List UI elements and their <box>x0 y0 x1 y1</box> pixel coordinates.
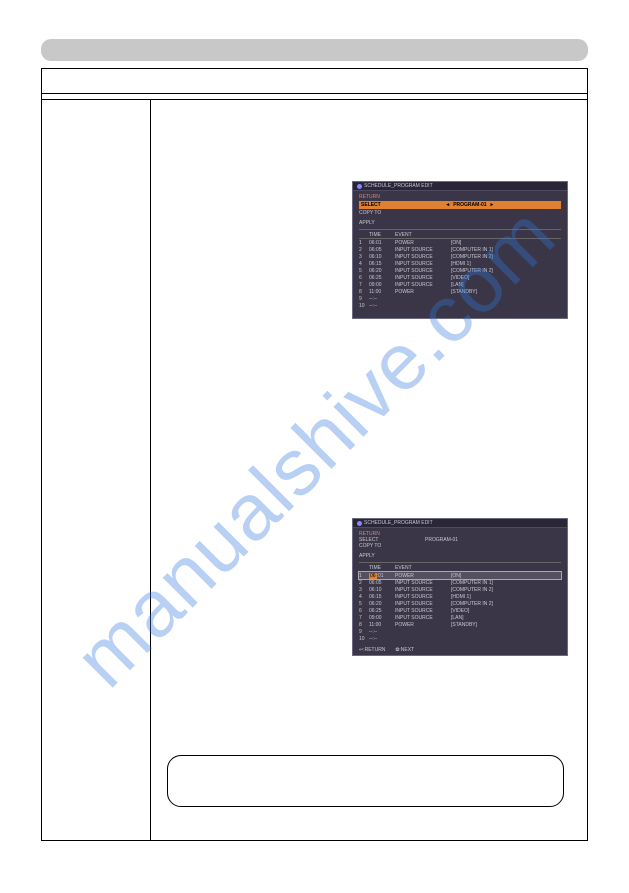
table-row: 9--:-- <box>359 295 561 302</box>
menu-icon <box>357 184 362 189</box>
table-row: 306:10INPUT SOURCE[COMPUTER IN 2] <box>359 586 561 593</box>
return-label: RETURN <box>359 194 561 200</box>
left-arrow-icon[interactable]: ◄ <box>445 202 450 208</box>
table-row: 606:25INPUT SOURCE[VIDEO] <box>359 607 561 614</box>
table-row[interactable]: 106:01POWER[ON] <box>359 572 561 579</box>
note-box <box>167 755 564 807</box>
program-edit-screenshot-2: SCHEDULE_PROGRAM EDIT RETURN SELECT PROG… <box>352 518 568 656</box>
frame-divider <box>42 93 587 94</box>
page-header-bar <box>41 39 588 61</box>
table-row: 709:00INPUT SOURCE[LAN] <box>359 281 561 288</box>
table-row: 10--:-- <box>359 635 561 642</box>
menu-icon <box>357 521 362 526</box>
footer-return: ↩:RETURN <box>359 647 385 653</box>
select-value: PROGRAM-01 <box>453 202 486 208</box>
table-row: 406:15INPUT SOURCE[HDMI 1] <box>359 593 561 600</box>
apply-label: APPLY <box>359 220 561 226</box>
table-row: 709:00INPUT SOURCE[LAN] <box>359 614 561 621</box>
copy-to-label: COPY TO <box>359 543 395 549</box>
select-label: SELECT <box>361 202 381 208</box>
table-row: 206:05INPUT SOURCE[COMPUTER IN 1] <box>359 246 561 253</box>
apply-label: APPLY <box>359 553 561 559</box>
col-time: TIME <box>369 565 395 571</box>
content-frame: SCHEDULE_PROGRAM EDIT RETURN SELECT ◄ PR… <box>41 68 588 841</box>
dialog-titlebar: SCHEDULE_PROGRAM EDIT <box>353 182 567 191</box>
right-arrow-icon[interactable]: ► <box>490 202 495 208</box>
footer-next: ⨷:NEXT <box>395 647 414 653</box>
frame-divider <box>42 99 587 100</box>
select-value: PROGRAM-01 <box>395 537 561 543</box>
table-row: 506:20INPUT SOURCE[COMPUTER IN 2] <box>359 267 561 274</box>
table-row: 811:00POWER[STANDBY] <box>359 621 561 628</box>
event-table: TIME EVENT 106:01POWER[ON]206:05INPUT SO… <box>359 565 561 642</box>
table-row: 206:05INPUT SOURCE[COMPUTER IN 1] <box>359 579 561 586</box>
col-event: EVENT <box>395 565 451 571</box>
event-table: TIME EVENT 106:01POWER[ON]206:05INPUT SO… <box>359 232 561 309</box>
table-row: 106:01POWER[ON] <box>359 239 561 246</box>
frame-column-divider <box>150 99 151 841</box>
dialog-title: SCHEDULE_PROGRAM EDIT <box>364 520 433 526</box>
table-row: 506:20INPUT SOURCE[COMPUTER IN 2] <box>359 600 561 607</box>
table-row: 9--:-- <box>359 628 561 635</box>
dialog-title: SCHEDULE_PROGRAM EDIT <box>364 183 433 189</box>
col-event: EVENT <box>395 232 451 238</box>
table-row: 406:15INPUT SOURCE[HDMI 1] <box>359 260 561 267</box>
select-program-row[interactable]: SELECT ◄ PROGRAM-01 ► <box>359 201 561 209</box>
program-edit-screenshot-1: SCHEDULE_PROGRAM EDIT RETURN SELECT ◄ PR… <box>352 181 568 319</box>
table-row: 10--:-- <box>359 302 561 309</box>
table-row: 606:25INPUT SOURCE[VIDEO] <box>359 274 561 281</box>
dialog-footer: ↩:RETURN ⨷:NEXT <box>359 647 414 653</box>
dialog-titlebar: SCHEDULE_PROGRAM EDIT <box>353 519 567 528</box>
col-time: TIME <box>369 232 395 238</box>
table-row: 306:10INPUT SOURCE[COMPUTER IN 2] <box>359 253 561 260</box>
table-row: 811:00POWER[STANDBY] <box>359 288 561 295</box>
copy-to-label: COPY TO <box>359 210 395 216</box>
